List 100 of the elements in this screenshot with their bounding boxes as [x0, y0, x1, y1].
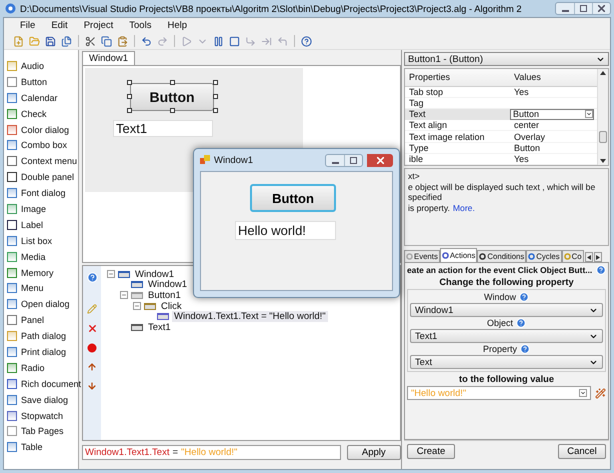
collapse-icon[interactable]	[133, 302, 141, 310]
collapse-icon[interactable]	[120, 291, 128, 300]
stop-icon[interactable]	[228, 34, 241, 48]
dropdown-button[interactable]	[585, 110, 593, 118]
select-field[interactable]: Text	[410, 355, 603, 369]
control-icon	[7, 156, 17, 166]
scroll-thumb[interactable]	[599, 131, 607, 143]
menubar-entry[interactable]: Project	[76, 20, 122, 31]
help-icon[interactable]	[300, 34, 313, 48]
control-icon	[7, 188, 17, 198]
tree-item[interactable]: Window1	[146, 279, 190, 290]
select-field[interactable]: Text1	[410, 329, 603, 343]
move-up-icon[interactable]	[87, 362, 97, 372]
toolbox-item[interactable]: Calendar	[21, 92, 58, 103]
resize-handle[interactable]	[127, 80, 132, 85]
designer-text-field[interactable]: Text1	[113, 120, 213, 137]
wand-icon[interactable]	[595, 388, 606, 398]
close-button[interactable]	[367, 154, 393, 166]
maximize-icon	[350, 156, 357, 164]
property-name[interactable]: Text image relation	[405, 131, 510, 142]
move-down-icon[interactable]	[87, 381, 97, 391]
undo-icon[interactable]	[140, 34, 153, 48]
resize-handle[interactable]	[127, 94, 132, 99]
toolbox-item[interactable]: Context menu	[21, 156, 78, 166]
object-dropdown[interactable]: Button1 - (Button)	[404, 52, 609, 66]
toolbox-item[interactable]: Media	[21, 252, 46, 262]
toolbox-item[interactable]: Open dialog	[21, 299, 70, 310]
dropdown-button[interactable]	[579, 389, 587, 397]
toolbox-item[interactable]: Font dialog	[21, 188, 66, 198]
property-name[interactable]: Text	[405, 108, 510, 120]
toolbox-item[interactable]: Combo box	[21, 140, 68, 150]
create-button[interactable]: Create	[407, 444, 455, 459]
toolbox-item[interactable]: Double panel	[21, 172, 74, 182]
tree-item[interactable]: Text1	[146, 322, 173, 333]
property-name[interactable]: ible	[405, 154, 510, 164]
property-name[interactable]: Tab stop	[405, 86, 510, 97]
record-icon[interactable]	[87, 343, 97, 353]
scroll-up-icon[interactable]	[600, 71, 606, 75]
property-name[interactable]: Text align	[405, 120, 510, 130]
expression-field[interactable]: Window1.Text1.Text = "Hello world!"	[82, 444, 341, 460]
toolbox-item[interactable]: Color dialog	[21, 124, 70, 134]
delete-icon[interactable]	[86, 323, 98, 334]
collapse-icon[interactable]	[107, 270, 115, 278]
control-icon	[7, 331, 17, 342]
cut-icon[interactable]	[84, 34, 97, 48]
scrollbar[interactable]	[597, 69, 608, 165]
ring-icon	[442, 252, 449, 259]
toolbox-item[interactable]: Button	[21, 76, 48, 87]
toolbox-item[interactable]: Print dialog	[21, 346, 66, 357]
designer-button[interactable]: Button	[130, 83, 214, 111]
toolbox-item[interactable]: Audio	[21, 60, 44, 71]
menubar-entry[interactable]: Tools	[121, 20, 160, 31]
toolbox-item[interactable]: Check	[21, 108, 47, 119]
cancel-button[interactable]: Cancel	[558, 444, 606, 459]
resize-handle[interactable]	[213, 94, 218, 99]
more-link[interactable]: More.	[452, 203, 475, 213]
paste-icon[interactable]	[116, 34, 129, 48]
tree-item[interactable]: Window1	[133, 268, 176, 280]
toolbox-item[interactable]: Path dialog	[21, 331, 66, 342]
scroll-right-button[interactable]	[594, 252, 602, 262]
tree-item[interactable]: Window1.Text1.Text = "Hello world!"	[172, 311, 328, 322]
control-icon	[7, 378, 17, 389]
save-icon[interactable]	[44, 34, 57, 48]
toolbox-item[interactable]: Table	[21, 442, 43, 452]
copy-icon[interactable]	[100, 34, 113, 48]
resize-handle[interactable]	[127, 108, 132, 113]
resize-handle[interactable]	[213, 80, 218, 85]
menubar-entry[interactable]: Help	[159, 20, 195, 31]
control-icon	[7, 283, 17, 294]
toolbox-item[interactable]: Memory	[21, 268, 54, 278]
resize-handle[interactable]	[170, 80, 175, 85]
toolbox-item[interactable]: Label	[21, 220, 44, 230]
scroll-left-button[interactable]	[584, 252, 593, 262]
greeting-field[interactable]: Hello world!	[235, 221, 336, 240]
toolbox-item[interactable]: Tab Pages	[21, 426, 64, 436]
resize-handle[interactable]	[213, 108, 218, 113]
document-tab[interactable]: Window1	[82, 51, 136, 65]
toolbox-item[interactable]: List box	[21, 236, 52, 246]
menubar-entry[interactable]: Edit	[43, 20, 76, 31]
property-name[interactable]: Type	[405, 142, 510, 153]
close-icon	[598, 5, 605, 12]
tree-item[interactable]: Click	[159, 300, 184, 312]
property-value-field[interactable]: Button	[510, 108, 594, 120]
toolbox-item[interactable]: Save dialog	[21, 394, 68, 405]
toolbox-item[interactable]: Rich document	[21, 378, 82, 389]
toolbox-item[interactable]: Menu	[21, 283, 44, 294]
save-all-icon[interactable]	[60, 34, 73, 48]
tree-item[interactable]: Button1	[146, 290, 183, 301]
scroll-down-icon[interactable]	[600, 159, 606, 163]
menubar-entry[interactable]: File	[12, 20, 44, 31]
toolbox-item[interactable]: Stopwatch	[21, 410, 64, 421]
select-field[interactable]: Window1	[410, 303, 603, 317]
property-name[interactable]: Tag	[405, 98, 510, 108]
pause-icon[interactable]	[212, 34, 225, 48]
resize-handle[interactable]	[170, 108, 175, 113]
dialog-button[interactable]: Button	[250, 184, 336, 212]
toolbox-item[interactable]: Image	[21, 204, 46, 214]
toolbox-item[interactable]: Panel	[21, 315, 44, 326]
apply-button[interactable]: Apply	[346, 444, 401, 460]
toolbox-item[interactable]: Radio	[21, 362, 45, 373]
